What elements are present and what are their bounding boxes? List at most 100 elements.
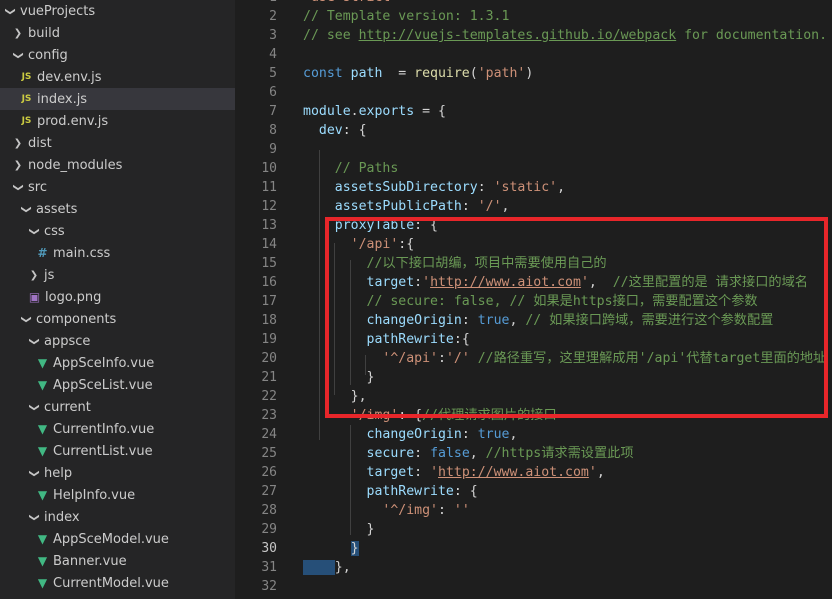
code-token: 'static' bbox=[493, 180, 558, 195]
code-line[interactable]: 29 } bbox=[235, 520, 832, 539]
explorer-file[interactable]: ▼ HelpInfo.vue bbox=[0, 484, 235, 506]
code-line[interactable]: 24 changeOrigin: true, bbox=[235, 425, 832, 444]
line-number: 23 bbox=[261, 408, 277, 423]
explorer-item-label: dist bbox=[28, 135, 52, 151]
code-line[interactable]: 15 //以下接口胡编，项目中需要使用自己的 bbox=[235, 254, 832, 273]
code-line[interactable]: 9 bbox=[235, 140, 832, 159]
code-text: //以下接口胡编，项目中需要使用自己的 bbox=[303, 254, 607, 273]
code-line[interactable]: 23 '/img': {//代理请求图片的接口 bbox=[235, 406, 832, 425]
code-token: // secure: false, // 如果是https接口，需要配置这个参数 bbox=[366, 294, 758, 309]
explorer-file[interactable]: ▼ Banner.vue bbox=[0, 550, 235, 572]
explorer-item-label: help bbox=[44, 465, 73, 481]
code-line[interactable]: 26 target: 'http://www.aiot.com', bbox=[235, 463, 832, 482]
code-token: : bbox=[414, 275, 423, 290]
line-number: 12 bbox=[261, 199, 277, 214]
code-line[interactable]: 5 const path = require('path') bbox=[235, 64, 832, 83]
line-number: 5 bbox=[269, 66, 277, 81]
code-line[interactable]: 27 pathRewrite: { bbox=[235, 482, 832, 501]
explorer-folder[interactable]: ❯ config bbox=[0, 44, 235, 66]
code-text: '^/api':'/' //路径重写，这里理解成用'/api'代替target里… bbox=[303, 349, 826, 368]
explorer-item-label: CurrentInfo.vue bbox=[53, 421, 155, 437]
explorer-file[interactable]: ▼ AppSceModel.vue bbox=[0, 528, 235, 550]
vue-file-icon: ▼ bbox=[37, 576, 48, 590]
explorer-folder[interactable]: ❯ current bbox=[0, 396, 235, 418]
code-line[interactable]: 10 // Paths bbox=[235, 159, 832, 178]
code-token: ( bbox=[469, 66, 478, 81]
code-line[interactable]: 11 assetsSubDirectory: 'static', bbox=[235, 178, 832, 197]
code-line[interactable]: 31 }, bbox=[235, 558, 832, 577]
explorer-folder[interactable]: ❯ node_modules bbox=[0, 154, 235, 176]
explorer-folder[interactable]: ❯ css bbox=[0, 220, 235, 242]
code-line[interactable]: 30 } bbox=[235, 539, 832, 558]
explorer-item-label: CurrentModel.vue bbox=[53, 575, 169, 591]
chevron-down-icon: ❯ bbox=[28, 226, 40, 236]
code-text: // Paths bbox=[303, 159, 399, 178]
explorer-file[interactable]: ▼ AppSceInfo.vue bbox=[0, 352, 235, 374]
explorer-file[interactable]: ▣ logo.png bbox=[0, 286, 235, 308]
code-line[interactable]: 21 } bbox=[235, 368, 832, 387]
code-text: const path = require('path') bbox=[303, 64, 533, 83]
code-line[interactable]: 19 pathRewrite:{ bbox=[235, 330, 832, 349]
explorer-file[interactable]: JS dev.env.js bbox=[0, 66, 235, 88]
code-token: ' bbox=[580, 275, 589, 290]
code-line[interactable]: 14 '/api':{ bbox=[235, 235, 832, 254]
explorer-folder[interactable]: ❯ index bbox=[0, 506, 235, 528]
code-text: secure: false, //https请求需设置此项 bbox=[303, 444, 634, 463]
code-line[interactable]: 28 '^/img': '' bbox=[235, 501, 832, 520]
explorer-folder[interactable]: ❯ dist bbox=[0, 132, 235, 154]
code-token: , bbox=[596, 465, 605, 480]
explorer-file[interactable]: # main.css bbox=[0, 242, 235, 264]
code-token bbox=[303, 560, 335, 575]
code-line[interactable]: 2 // Template version: 1.3.1 bbox=[235, 7, 832, 26]
code-text: // see http://vuejs-templates.github.io/… bbox=[303, 26, 827, 45]
code-token: pathRewrite bbox=[366, 332, 454, 347]
explorer-file[interactable]: ▼ CurrentList.vue bbox=[0, 440, 235, 462]
code-line[interactable]: 3 // see http://vuejs-templates.github.io… bbox=[235, 26, 832, 45]
code-line[interactable]: 4 bbox=[235, 45, 832, 64]
explorer-folder[interactable]: ❯ components bbox=[0, 308, 235, 330]
code-token: : bbox=[414, 465, 431, 480]
code-text: 'use strict' bbox=[303, 0, 398, 7]
code-line[interactable]: 17 // secure: false, // 如果是https接口，需要配置这… bbox=[235, 292, 832, 311]
explorer-file[interactable]: ▼ CurrentModel.vue bbox=[0, 572, 235, 594]
code-text: } bbox=[303, 368, 375, 387]
line-number: 6 bbox=[269, 85, 277, 100]
code-line[interactable]: 18 changeOrigin: true, // 如果接口跨域，需要进行这个参… bbox=[235, 311, 832, 330]
code-line[interactable]: 13 proxyTable: { bbox=[235, 216, 832, 235]
explorer-folder[interactable]: ❯ build bbox=[0, 22, 235, 44]
explorer-folder[interactable]: ❯ appsce bbox=[0, 330, 235, 352]
code-token: ' bbox=[430, 465, 439, 480]
line-number: 8 bbox=[269, 123, 277, 138]
explorer-folder[interactable]: ❯ help bbox=[0, 462, 235, 484]
code-editor[interactable]: 1 'use strict' 2 // Template version: 1.3.1… bbox=[235, 0, 832, 599]
code-token: //以下接口胡编，项目中需要使用自己的 bbox=[366, 256, 607, 271]
explorer-item-label: appsce bbox=[44, 333, 91, 349]
explorer-folder[interactable]: ❯ assets bbox=[0, 198, 235, 220]
explorer-folder[interactable]: ❯ vueProjects bbox=[0, 0, 235, 22]
code-line[interactable]: 25 secure: false, //https请求需设置此项 bbox=[235, 444, 832, 463]
explorer-file[interactable]: JS index.js bbox=[0, 88, 235, 110]
code-line[interactable]: 22 }, bbox=[235, 387, 832, 406]
explorer-file[interactable]: ▼ AppSceList.vue bbox=[0, 374, 235, 396]
code-text: '^/img': '' bbox=[303, 501, 469, 520]
code-line[interactable]: 6 bbox=[235, 83, 832, 102]
code-token: '^/img' bbox=[382, 503, 438, 518]
code-text: dev: { bbox=[303, 121, 367, 140]
code-line[interactable]: 1 'use strict' bbox=[235, 0, 832, 7]
code-line[interactable]: 8 dev: { bbox=[235, 121, 832, 140]
explorer-file[interactable]: JS prod.env.js bbox=[0, 110, 235, 132]
code-line[interactable]: 16 target:'http://www.aiot.com', //这里配置的… bbox=[235, 273, 832, 292]
explorer-folder[interactable]: ❯ src bbox=[0, 176, 235, 198]
code-line[interactable]: 20 '^/api':'/' //路径重写，这里理解成用'/api'代替targ… bbox=[235, 349, 832, 368]
code-token: target bbox=[366, 465, 415, 480]
vue-file-icon: ▼ bbox=[37, 554, 48, 568]
js-file-icon: JS bbox=[21, 116, 32, 126]
code-line[interactable]: 7 module.exports = { bbox=[235, 102, 832, 121]
code-line[interactable]: 12 assetsPublicPath: '/', bbox=[235, 197, 832, 216]
explorer-file[interactable]: ▼ CurrentInfo.vue bbox=[0, 418, 235, 440]
code-line[interactable]: 32 bbox=[235, 577, 832, 596]
css-file-icon: # bbox=[37, 246, 48, 260]
explorer-folder[interactable]: ❯ js bbox=[0, 264, 235, 286]
